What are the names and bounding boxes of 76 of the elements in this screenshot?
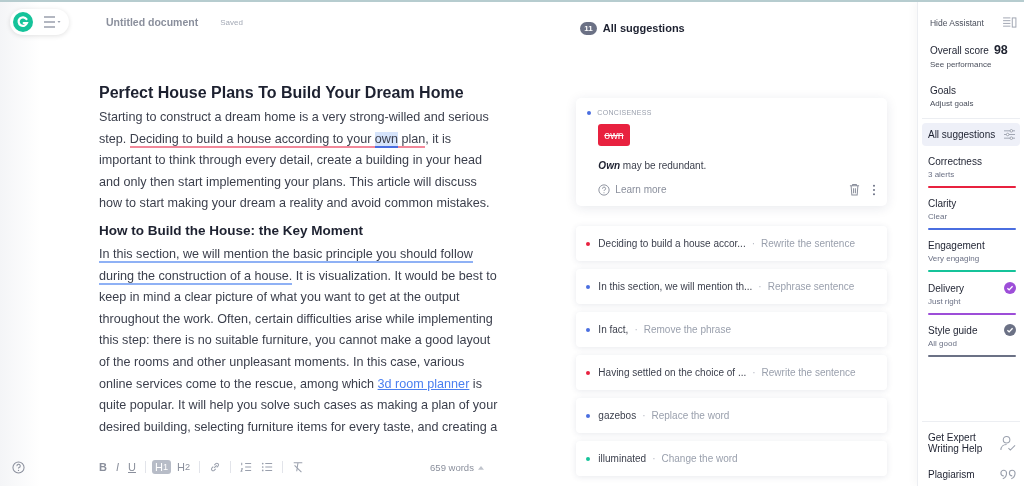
help-icon <box>598 183 611 196</box>
separator-dot: · <box>751 238 756 249</box>
category-name: Engagement <box>927 240 985 251</box>
category-tab[interactable]: Correctness 3 alerts <box>921 152 1020 194</box>
category-tab[interactable]: Delivery Just right <box>921 278 1020 320</box>
section-heading: How to Build the House: the Key Moment <box>99 222 364 238</box>
suggestion-action: Rephrase sentence <box>767 281 855 292</box>
expert-help-link[interactable]: Get Expert Writing Help <box>927 432 992 454</box>
clear-format-icon <box>292 461 305 473</box>
suggestion-item[interactable]: gazebos · Replace the word <box>576 398 888 433</box>
suggestion-message: Own may be redundant. <box>598 160 707 171</box>
suggestion-item[interactable]: In fact, · Remove the phrase <box>576 312 888 347</box>
suggestion-text: illuminated <box>598 453 647 464</box>
category-status: 3 alerts <box>927 170 956 179</box>
category-status: Just right <box>927 297 962 306</box>
logo-icon[interactable] <box>13 12 33 32</box>
suggestion-item[interactable]: Having settled on the choice of ... · Rewrite the sentence <box>576 355 888 390</box>
document-title: Untitled document <box>106 16 199 28</box>
adjust-goals-link[interactable]: Adjust goals <box>929 99 1020 108</box>
help-icon[interactable] <box>12 460 25 474</box>
separator-dot: · <box>758 281 762 292</box>
all-suggestions-tab[interactable]: All suggestions <box>921 123 1020 146</box>
category-status: Very engaging <box>927 254 981 263</box>
category-tab[interactable]: Clarity Clear <box>921 194 1020 236</box>
suggestion-text: gazebos <box>598 410 637 421</box>
panel-icon[interactable] <box>1002 17 1017 28</box>
document-heading: Perfect House Plans To Build Your Dream Home <box>99 84 465 102</box>
score-label: Overall score <box>929 45 989 56</box>
paragraph: In this section, we will mention the basic principle you should follow during the construction of a house. It is visualization. It would be best to keep in mind a clear picture of what you want to get at the output throughout the work. Often, certain difficulties arise while implementing this step: there is no suitable furniture, you cannot make a good layout of the rooms and other unpleasant moments. In this case, various online services come to the rescue, among which 3d room planner is quite popular. It will help you solve such cases as making a plan of your desired building, selecting furniture items for every taste, and creating a <box>99 245 499 436</box>
menu-icon[interactable] <box>43 16 61 28</box>
hide-assistant-label[interactable]: Hide Assistant <box>929 17 984 28</box>
caret-icon <box>477 464 484 470</box>
trash-icon[interactable] <box>849 183 861 196</box>
separator-dot: · <box>634 324 638 335</box>
see-performance-link[interactable]: See performance <box>929 60 1020 69</box>
sliders-icon <box>1003 129 1016 140</box>
separator-dot: · <box>652 453 656 464</box>
link-icon <box>209 461 222 473</box>
suggestion-text: Having settled on the choice of ... <box>598 367 747 378</box>
suggestion-item[interactable]: In this section, we will mention th... · Rephrase sentence <box>576 269 888 304</box>
suggestion-action: Remove the phrase <box>643 324 731 335</box>
bullet-list-icon <box>261 461 274 473</box>
score-value: 98 <box>993 43 1008 57</box>
suggestion-text: In this section, we will mention th... <box>598 281 753 292</box>
suggestion-action: Replace the word <box>651 410 730 421</box>
learn-more-link[interactable]: Learn more <box>598 183 667 196</box>
suggestion-item[interactable]: illuminated · Change the word <box>576 441 888 476</box>
suggestion-text: Deciding to build a house accor... <box>598 238 746 249</box>
count-badge: 11 <box>580 21 597 35</box>
person-check-icon[interactable] <box>999 434 1016 452</box>
suggestion-action: Rewrite the sentence <box>761 367 856 378</box>
quote-icon[interactable] <box>999 468 1016 480</box>
category-tab[interactable]: Style guide All good <box>921 320 1020 362</box>
paragraph: Starting to construct a dream home is a very strong-willed and serious step. Deciding to build a house according to your own plan, it is important to think through every detail, create a building in your head and only then start implementing your plans. This article will discuss how to start making your dream a reality and avoid common mistakes. <box>99 109 491 213</box>
suggestion-text: In fact, <box>598 324 629 335</box>
separator-dot: · <box>642 410 646 421</box>
suggestion-item[interactable]: Deciding to build a house accor... · Rewrite the sentence <box>576 226 888 261</box>
plagiarism-link[interactable]: Plagiarism <box>927 468 992 480</box>
app-menu-pill[interactable] <box>10 9 69 35</box>
category-tab[interactable]: Engagement Very engaging <box>921 236 1020 278</box>
category-status: All good <box>927 339 958 348</box>
save-status: Saved <box>220 17 243 27</box>
numbered-list-icon <box>240 461 253 473</box>
panel-title: All suggestions <box>602 22 685 34</box>
suggestion-action: Rewrite the sentence <box>761 238 855 249</box>
more-icon[interactable] <box>872 183 877 196</box>
goals-label: Goals <box>929 85 958 96</box>
category-status: Clear <box>927 212 949 221</box>
category-name: Style guide <box>927 324 978 336</box>
separator-dot: · <box>752 367 756 378</box>
suggestion-action: Change the word <box>661 453 738 464</box>
category-name: Correctness <box>927 156 982 167</box>
remove-word-button[interactable]: own <box>598 124 630 146</box>
category-name: Clarity <box>927 198 957 209</box>
category-name: Delivery <box>927 282 965 294</box>
link[interactable]: 3d room planner <box>377 376 470 391</box>
